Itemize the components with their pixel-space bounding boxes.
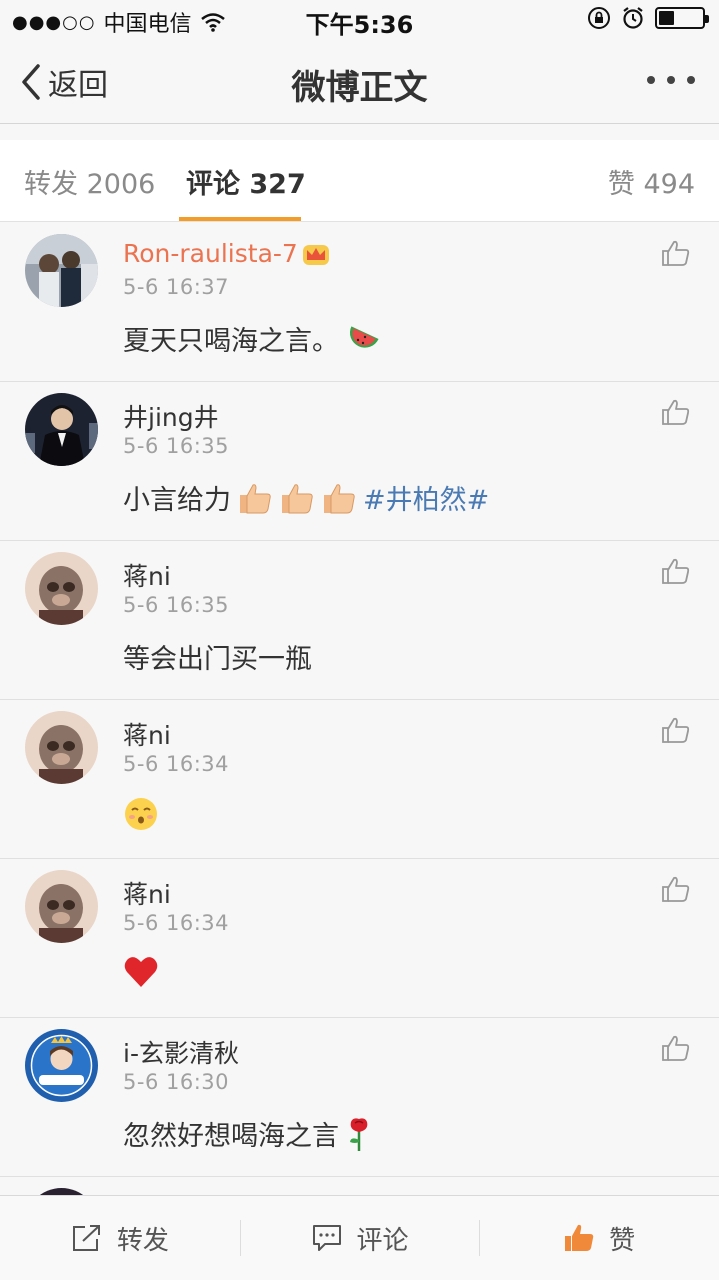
- comment-username[interactable]: 蒋ni: [123, 875, 171, 911]
- comment-button[interactable]: 评论: [239, 1196, 480, 1280]
- comment-username[interactable]: Ron-raulista-7: [123, 239, 330, 268]
- avatar[interactable]: [25, 1188, 98, 1195]
- dot-icon: [687, 76, 695, 84]
- watermelon-emoji-icon: [349, 325, 379, 348]
- avatar[interactable]: [25, 552, 98, 625]
- comment-item: Ron-raulista-7 5-6 16:37 夏天只喝海之言。: [0, 223, 719, 382]
- thumbs-up-emoji-icon: [240, 483, 271, 513]
- like-button[interactable]: 赞: [479, 1196, 719, 1280]
- comment-username[interactable]: 蒋ni: [123, 716, 171, 752]
- like-label: 赞: [609, 1225, 636, 1256]
- share-icon: [72, 1225, 100, 1251]
- thumbs-up-icon: [565, 1224, 594, 1251]
- comment-username[interactable]: 井jing井: [123, 398, 219, 434]
- avatar[interactable]: [25, 870, 98, 943]
- avatar[interactable]: [25, 393, 98, 466]
- comment-time: 5-6 16:37: [123, 275, 229, 299]
- alarm-icon: [623, 7, 643, 29]
- comment-text: 忽然好想喝海之言: [123, 1114, 373, 1153]
- repost-button[interactable]: 转发: [0, 1196, 240, 1280]
- comment-icon: [312, 1225, 341, 1251]
- bottom-toolbar: 转发 评论 赞: [0, 1195, 719, 1280]
- tab-repost[interactable]: 转发 2006: [24, 162, 155, 201]
- comment-text: 等会出门买一瓶: [123, 644, 312, 675]
- comment-item: 蒋ni 5-6 16:34: [0, 859, 719, 1018]
- comment-time: 5-6 16:35: [123, 593, 229, 617]
- comment-username[interactable]: 蒋ni: [123, 557, 171, 593]
- battery-level: [659, 11, 674, 25]
- comment-text: [123, 796, 159, 832]
- nav-bar: 返回 微博正文: [0, 40, 719, 124]
- dot-icon: [647, 76, 655, 84]
- tabs-bar: 转发 2006 评论 327 赞 494: [0, 140, 719, 222]
- comment-item: [0, 1177, 719, 1195]
- like-comment-icon[interactable]: [661, 239, 691, 267]
- avatar[interactable]: [25, 711, 98, 784]
- like-comment-icon[interactable]: [661, 716, 691, 744]
- kissing-face-emoji-icon: [125, 798, 157, 830]
- comment-time: 5-6 16:34: [123, 752, 229, 776]
- comment-time: 5-6 16:34: [123, 911, 229, 935]
- active-tab-indicator: [179, 217, 301, 221]
- battery-icon: [655, 7, 709, 29]
- comment-item: 井jing井 5-6 16:35 小言给力 #井柏然#: [0, 382, 719, 541]
- thumbs-up-emoji-icon: [282, 483, 313, 513]
- like-comment-icon[interactable]: [661, 398, 691, 426]
- avatar[interactable]: [25, 1029, 98, 1102]
- comment-time: 5-6 16:35: [123, 434, 229, 458]
- comment-text: [123, 955, 159, 989]
- like-comment-icon[interactable]: [661, 1034, 691, 1062]
- comment-list[interactable]: Ron-raulista-7 5-6 16:37 夏天只喝海之言。 井jing井…: [0, 223, 719, 1195]
- comment-text: 小言给力 #井柏然#: [123, 478, 489, 517]
- more-options-button[interactable]: [647, 70, 695, 90]
- rose-emoji-icon: [350, 1117, 368, 1151]
- dot-icon: [667, 76, 675, 84]
- comment-label: 评论: [356, 1225, 409, 1256]
- like-comment-icon[interactable]: [661, 557, 691, 585]
- tab-like[interactable]: 赞 494: [608, 162, 695, 201]
- like-comment-icon[interactable]: [661, 875, 691, 903]
- comment-item: 蒋ni 5-6 16:34: [0, 700, 719, 859]
- avatar[interactable]: [25, 234, 98, 307]
- page-title: 微博正文: [291, 68, 428, 108]
- tab-comment[interactable]: 评论 327: [186, 162, 306, 201]
- comment-item: 蒋ni 5-6 16:35 等会出门买一瓶: [0, 541, 719, 700]
- comment-text: 夏天只喝海之言。: [123, 319, 379, 358]
- comment-time: 5-6 16:30: [123, 1070, 229, 1094]
- comment-username[interactable]: i-玄影清秋: [123, 1034, 239, 1070]
- vip-crown-icon: [302, 244, 329, 265]
- status-bar: ●●●○○ 中国电信 下午5:36: [0, 0, 719, 40]
- red-heart-emoji-icon: [124, 957, 158, 987]
- rotation-lock-icon: [588, 7, 610, 29]
- comment-item: i-玄影清秋 5-6 16:30 忽然好想喝海之言: [0, 1018, 719, 1177]
- thumbs-up-emoji-icon: [324, 483, 355, 513]
- repost-label: 转发: [116, 1225, 169, 1256]
- topic-link[interactable]: #井柏然#: [363, 478, 489, 517]
- status-right: [587, 6, 709, 30]
